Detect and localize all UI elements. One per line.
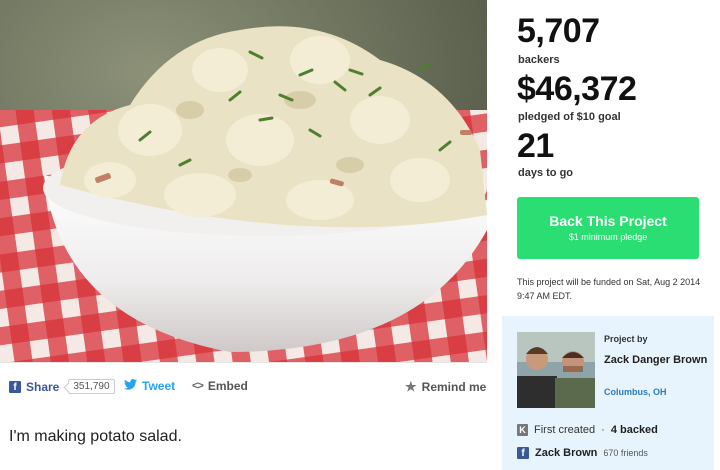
- creator-card: Project by Zack Danger Brown Columbus, O…: [502, 316, 714, 470]
- minimum-pledge-label: $1 minimum pledge: [568, 232, 648, 242]
- backed-count-link[interactable]: 4 backed: [611, 424, 658, 436]
- facebook-icon: f: [9, 380, 21, 393]
- twitter-icon: [124, 379, 137, 393]
- facebook-friends-count: 670 friends: [603, 448, 648, 458]
- creator-avatar[interactable]: [517, 332, 595, 408]
- facebook-share-label: Share: [26, 379, 60, 394]
- days-to-go-count: 21: [517, 127, 554, 165]
- pledged-goal-label: pledged of $10 goal: [518, 111, 621, 123]
- creator-location-link[interactable]: Columbus, OH: [604, 387, 667, 397]
- creator-facebook: f Zack Brown 670 friends: [517, 447, 648, 459]
- backers-label: backers: [518, 54, 560, 66]
- tweet-label: Tweet: [142, 379, 176, 393]
- back-this-project-button[interactable]: Back This Project $1 minimum pledge: [517, 197, 699, 259]
- project-hero-image: [0, 0, 487, 362]
- embed-button[interactable]: <> Embed: [192, 379, 248, 393]
- days-to-go-label: days to go: [518, 167, 574, 179]
- tweet-button[interactable]: Tweet: [124, 379, 175, 393]
- pledged-amount: $46,372: [517, 70, 637, 108]
- kickstarter-icon: K: [517, 424, 528, 436]
- creator-history: K First created · 4 backed: [517, 424, 658, 436]
- creator-name-link[interactable]: Zack Danger Brown: [604, 353, 709, 367]
- facebook-icon: f: [517, 447, 529, 459]
- star-icon: ★: [405, 379, 417, 394]
- project-by-label: Project by: [604, 334, 648, 344]
- embed-label: Embed: [207, 379, 248, 393]
- embed-icon: <>: [192, 380, 204, 392]
- remind-me-button[interactable]: ★ Remind me: [405, 379, 486, 395]
- first-created-label: First created: [534, 424, 596, 436]
- share-bar: f Share 351,790 Tweet <> Embed ★ Remind …: [0, 362, 487, 408]
- funding-deadline-note: This project will be funded on Sat, Aug …: [517, 277, 701, 301]
- remind-me-label: Remind me: [421, 380, 487, 394]
- separator-dot: ·: [601, 424, 605, 436]
- project-blurb: I'm making potato salad.: [9, 428, 182, 445]
- backers-count: 5,707: [517, 12, 600, 50]
- facebook-share-count: 351,790: [68, 379, 115, 394]
- creator-facebook-name[interactable]: Zack Brown: [535, 447, 597, 459]
- facebook-share-button[interactable]: f Share 351,790: [9, 379, 115, 394]
- back-button-label: Back This Project: [549, 213, 667, 229]
